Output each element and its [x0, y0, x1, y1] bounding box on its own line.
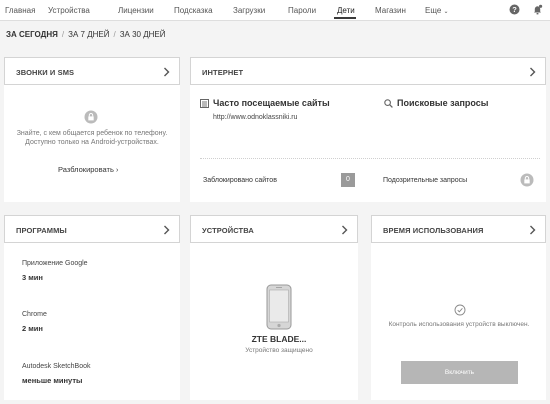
svg-text:?: ?: [512, 5, 517, 14]
list-icon: [200, 99, 209, 108]
usage-description: Контроль использования устройств выключе…: [388, 321, 530, 328]
enable-button[interactable]: Включить: [401, 361, 518, 384]
device-name[interactable]: ZTE BLADE...: [234, 334, 324, 344]
smartphone-icon[interactable]: [266, 284, 292, 330]
filter-separator: /: [61, 30, 65, 39]
usage-card-header[interactable]: ВРЕМЯ ИСПОЛЬЗОВАНИЯ: [371, 215, 546, 243]
program-time: меньше минуты: [22, 376, 83, 385]
nav-store[interactable]: Магазин: [375, 6, 406, 15]
filter-7-days[interactable]: ЗА 7 ДНЕЙ: [68, 30, 109, 39]
nav-licenses[interactable]: Лицензии: [118, 6, 154, 15]
nav-home[interactable]: Главная: [5, 6, 35, 15]
chevron-right-icon: [164, 225, 170, 235]
program-time: 2 мин: [22, 324, 43, 333]
nav-more[interactable]: Еще ⌄: [425, 6, 449, 15]
devices-card-title: УСТРОЙСТВА: [202, 226, 254, 235]
calls-description: Знайте, с кем общается ребенок по телефо…: [16, 130, 168, 147]
calls-card-header[interactable]: ЗВОНКИ И SMS: [4, 57, 180, 85]
chevron-right-icon: [530, 67, 536, 77]
filter-separator: /: [113, 30, 116, 39]
program-name: Autodesk SketchBook: [22, 363, 91, 370]
program-name: Приложение Google: [22, 260, 88, 267]
internet-card-title: ИНТЕРНЕТ: [202, 68, 244, 77]
chevron-right-icon: [164, 67, 170, 77]
blocked-sites-label: Заблокировано сайтов: [203, 177, 277, 184]
chevron-down-icon: ⌄: [443, 9, 449, 15]
search-queries-title: Поисковые запросы: [397, 98, 489, 108]
nav-kids[interactable]: Дети: [337, 6, 355, 15]
calls-card-title: ЗВОНКИ И SMS: [16, 68, 75, 77]
internet-card-header[interactable]: ИНТЕРНЕТ: [190, 57, 546, 85]
device-status: Устройство защищено: [245, 347, 313, 354]
date-range-filter: ЗА СЕГОДНЯ / ЗА 7 ДНЕЙ / ЗА 30 ДНЕЙ: [6, 30, 166, 39]
program-time: 3 мин: [22, 273, 43, 282]
blocked-sites-count-badge: 0: [341, 173, 355, 187]
chevron-right-icon: [530, 225, 536, 235]
filter-30-days[interactable]: ЗА 30 ДНЕЙ: [120, 30, 166, 39]
help-icon[interactable]: ?: [509, 4, 520, 15]
nav-passwords[interactable]: Пароли: [288, 6, 316, 15]
suspicious-queries-label: Подозрительные запросы: [383, 177, 468, 184]
filter-today[interactable]: ЗА СЕГОДНЯ: [6, 30, 58, 39]
notification-bell-icon[interactable]: [532, 4, 543, 15]
internet-divider: [200, 158, 540, 159]
top-navigation: Главная Устройства Лицензии Подсказка За…: [0, 0, 550, 21]
chevron-right-icon: [342, 225, 348, 235]
clock-icon: [454, 304, 466, 316]
chevron-right-small-icon: ›: [115, 167, 119, 174]
devices-card-header[interactable]: УСТРОЙСТВА: [190, 215, 358, 243]
frequent-site-link[interactable]: http://www.odnoklassniki.ru: [213, 114, 297, 121]
frequent-sites-title: Часто посещаемые сайты: [213, 98, 330, 108]
programs-card-title: ПРОГРАММЫ: [16, 226, 67, 235]
usage-card-title: ВРЕМЯ ИСПОЛЬЗОВАНИЯ: [383, 226, 484, 235]
lock-icon: [84, 110, 98, 124]
unlock-link[interactable]: Разблокировать ›: [58, 165, 118, 174]
nav-tips[interactable]: Подсказка: [174, 6, 213, 15]
search-icon: [384, 99, 393, 108]
nav-more-label: Еще: [425, 6, 442, 15]
nav-devices[interactable]: Устройства: [48, 6, 90, 15]
nav-downloads[interactable]: Загрузки: [233, 6, 265, 15]
active-tab-indicator: [334, 17, 356, 19]
programs-card-header[interactable]: ПРОГРАММЫ: [4, 215, 180, 243]
lock-icon: [520, 173, 534, 187]
unlock-link-label: Разблокировать: [58, 165, 114, 174]
program-name: Chrome: [22, 311, 47, 318]
